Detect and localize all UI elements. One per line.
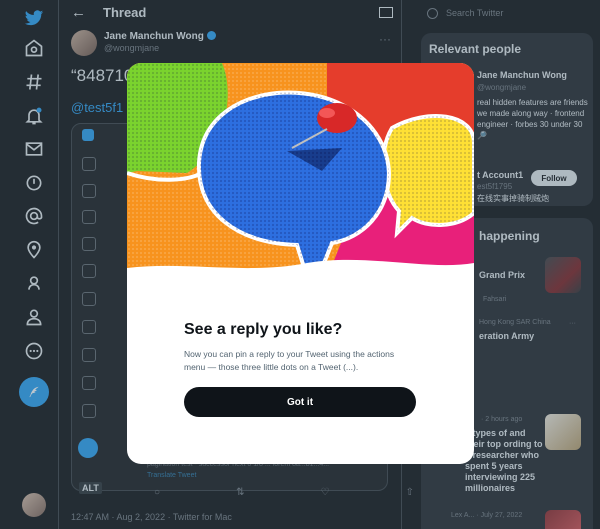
- speech-bubbles-illustration: [127, 63, 474, 278]
- dialog-title: See a reply you like?: [184, 321, 343, 338]
- dialog-description: Now you can pin a reply to your Tweet us…: [184, 349, 395, 372]
- pin-reply-dialog: See a reply you like? Now you can pin a …: [127, 63, 474, 464]
- got-it-button[interactable]: Got it: [184, 387, 416, 417]
